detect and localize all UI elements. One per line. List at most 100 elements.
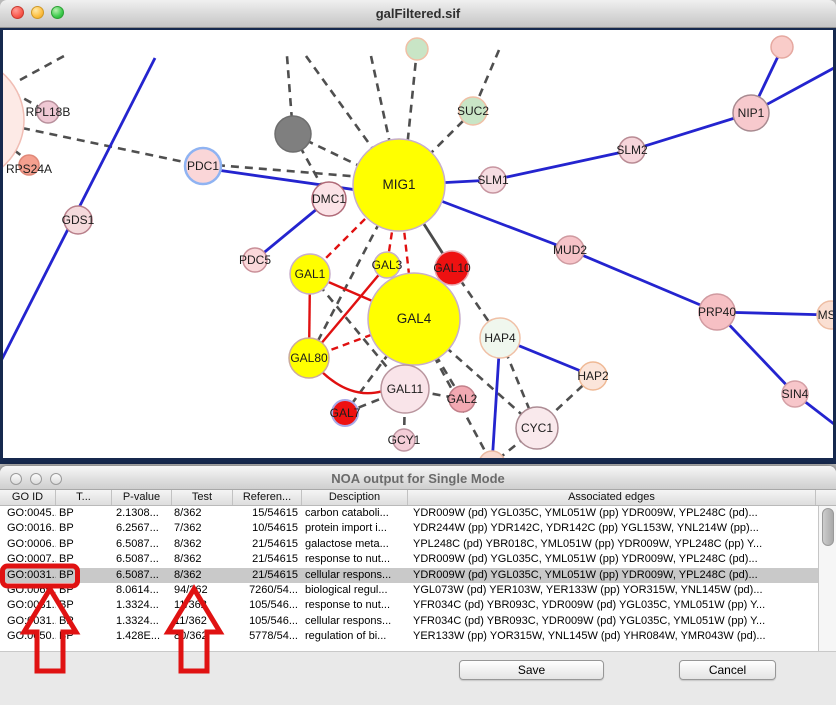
node-DMC1-label: DMC1	[312, 192, 346, 206]
cell-description: regulation of bi...	[302, 629, 408, 644]
table-row-3[interactable]: GO:0007...BP6.5087...8/36221/54615respon…	[0, 552, 818, 567]
cell-p_value: 8.0614...	[112, 583, 172, 598]
cell-type: BP	[56, 568, 112, 583]
table-row-5[interactable]: GO:0065...BP8.0614...94/3627260/54...bio…	[0, 583, 818, 598]
cell-p_value: 1.428E...	[112, 629, 172, 644]
node-HAP4-label: HAP4	[484, 331, 516, 345]
node-MIG1-label: MIG1	[382, 177, 415, 192]
node-HAP3-label: HAP3	[476, 457, 508, 464]
column-header-corner	[816, 490, 834, 505]
table-row-2[interactable]: GO:0006...BP6.5087...8/36221/54615galact…	[0, 537, 818, 552]
column-header-test[interactable]: Test	[172, 490, 233, 505]
cell-type: BP	[56, 552, 112, 567]
cell-test: 8/362	[172, 552, 233, 567]
cell-go_id: GO:0007...	[0, 552, 56, 567]
cell-test: 11/362	[172, 598, 233, 613]
column-header-type[interactable]: T...	[56, 490, 112, 505]
results-table: GO:0045...BP2.1308...8/36215/54615carbon…	[0, 506, 818, 651]
node-RPS24A-label: RPS24A	[6, 162, 52, 176]
node-PDC5-label: PDC5	[239, 253, 271, 267]
node-PRP40-label: PRP40	[698, 305, 736, 319]
network-window-titlebar[interactable]: galFiltered.sif	[0, 0, 836, 28]
cell-associated_edges: YGL073W (pd) YER103W, YER133W (pp) YOR31…	[408, 583, 816, 598]
node-SIN4-label: SIN4	[782, 387, 809, 401]
cell-reference: 105/546...	[233, 598, 302, 613]
table-row-1[interactable]: GO:0016...BP6.2567...7/36210/54615protei…	[0, 521, 818, 536]
node-PDC1-label: PDC1	[187, 159, 219, 173]
results-table-header[interactable]: GO IDT...P-valueTestReferen...Desciption…	[0, 490, 836, 506]
cell-type: BP	[56, 521, 112, 536]
cell-description: response to nut...	[302, 552, 408, 567]
node-GAL7-label: GAL7	[330, 406, 361, 420]
noa-output-window: NOA output for Single Mode GO IDT...P-va…	[0, 466, 836, 704]
cell-type: BP	[56, 583, 112, 598]
cell-reference: 15/54615	[233, 506, 302, 521]
cell-go_id: GO:0050...	[0, 629, 56, 644]
cell-test: 11/362	[172, 614, 233, 629]
column-header-description[interactable]: Desciption	[302, 490, 408, 505]
cancel-button[interactable]: Cancel	[679, 660, 776, 680]
cell-type: BP	[56, 506, 112, 521]
node-MSN-label: MSN	[818, 308, 836, 322]
save-button[interactable]: Save	[459, 660, 604, 680]
network-edge[interactable]	[493, 150, 632, 180]
column-header-go_id[interactable]: GO ID	[0, 490, 56, 505]
network-graph: RPL18BRPS24AGDS1PDC1PDC5DMC1MIG1SUC2SLM1…	[0, 28, 836, 464]
cell-go_id: GO:0031...	[0, 614, 56, 629]
cell-reference: 21/54615	[233, 552, 302, 567]
cell-test: 8/362	[172, 568, 233, 583]
network-edge[interactable]	[20, 56, 64, 80]
node-GDS1-label: GDS1	[62, 213, 95, 227]
network-window-title: galFiltered.sif	[0, 6, 836, 21]
node-top-pink[interactable]	[771, 36, 793, 58]
node-GAL2-label: GAL2	[447, 392, 478, 406]
table-row-4-selected[interactable]: GO:0031...BP6.5087...8/36221/54615cellul…	[0, 568, 818, 583]
node-NIP1-label: NIP1	[738, 106, 765, 120]
cell-test: 7/362	[172, 521, 233, 536]
network-edge[interactable]	[570, 250, 717, 312]
node-GAL4-label: GAL4	[397, 311, 432, 326]
table-row-6[interactable]: GO:0031...BP1.3324...11/362105/546...res…	[0, 598, 818, 613]
cell-type: BP	[56, 614, 112, 629]
cell-test: 8/362	[172, 537, 233, 552]
cell-description: carbon cataboli...	[302, 506, 408, 521]
cell-go_id: GO:0006...	[0, 537, 56, 552]
noa-window-titlebar[interactable]: NOA output for Single Mode	[0, 466, 836, 490]
cell-associated_edges: YFR034C (pd) YBR093C, YDR009W (pd) YGL03…	[408, 614, 816, 629]
cell-p_value: 6.5087...	[112, 552, 172, 567]
cell-test: 94/362	[172, 583, 233, 598]
cell-reference: 105/546...	[233, 614, 302, 629]
node-top-green[interactable]	[406, 38, 428, 60]
network-edge[interactable]	[22, 128, 203, 166]
cell-p_value: 1.3324...	[112, 614, 172, 629]
cell-p_value: 6.2567...	[112, 521, 172, 536]
node-gray[interactable]	[275, 116, 311, 152]
table-row-7[interactable]: GO:0031...BP1.3324...11/362105/546...cel…	[0, 614, 818, 629]
column-header-associated_edges[interactable]: Associated edges	[408, 490, 816, 505]
column-header-reference[interactable]: Referen...	[233, 490, 302, 505]
cell-reference: 7260/54...	[233, 583, 302, 598]
cell-reference: 5778/54...	[233, 629, 302, 644]
cell-associated_edges: YFR034C (pd) YBR093C, YDR009W (pd) YGL03…	[408, 598, 816, 613]
node-SLM1-label: SLM1	[477, 173, 509, 187]
table-scrollbar[interactable]	[818, 506, 836, 651]
table-row-0[interactable]: GO:0045...BP2.1308...8/36215/54615carbon…	[0, 506, 818, 521]
cell-associated_edges: YDR244W (pp) YDR142C, YDR142C (pp) YGL15…	[408, 521, 816, 536]
cell-p_value: 1.3324...	[112, 598, 172, 613]
node-GAL11-label: GAL11	[387, 382, 424, 396]
noa-window-title: NOA output for Single Mode	[0, 471, 836, 486]
cell-associated_edges: YDR009W (pd) YGL035C, YML051W (pp) YDR00…	[408, 552, 816, 567]
table-row-8[interactable]: GO:0050...BP1.428E...80/3625778/54...reg…	[0, 629, 818, 644]
cell-description: cellular respons...	[302, 614, 408, 629]
cell-type: BP	[56, 598, 112, 613]
node-GCY1-label: GCY1	[388, 433, 421, 447]
network-edge[interactable]	[407, 49, 417, 148]
cell-go_id: GO:0045...	[0, 506, 56, 521]
cell-associated_edges: YER133W (pp) YOR315W, YNL145W (pd) YHR08…	[408, 629, 816, 644]
cell-type: BP	[56, 629, 112, 644]
network-canvas[interactable]: RPL18BRPS24AGDS1PDC1PDC5DMC1MIG1SUC2SLM1…	[0, 28, 836, 464]
column-header-p_value[interactable]: P-value	[112, 490, 172, 505]
scrollbar-thumb[interactable]	[822, 508, 834, 546]
cell-go_id: GO:0065...	[0, 583, 56, 598]
cell-test: 8/362	[172, 506, 233, 521]
